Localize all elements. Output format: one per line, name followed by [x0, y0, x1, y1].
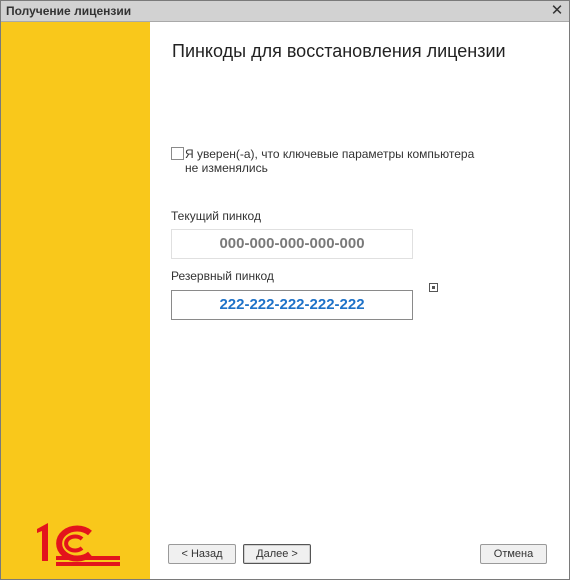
window-title: Получение лицензии — [6, 4, 132, 18]
cancel-button[interactable]: Отмена — [480, 544, 547, 564]
page-title: Пинкоды для восстановления лицензии — [172, 41, 506, 61]
sidebar-panel — [1, 22, 150, 579]
current-pin-label: Текущий пинкод — [171, 209, 261, 223]
back-button[interactable]: < Назад — [168, 544, 236, 564]
checkbox-label-line2: не изменялись — [185, 161, 268, 175]
confirm-checkbox-label[interactable]: Я уверен(-а), что ключевые параметры ком… — [185, 147, 475, 175]
reserve-pin-label: Резервный пинкод — [171, 269, 274, 283]
small-square-icon[interactable] — [429, 283, 438, 292]
confirm-checkbox[interactable] — [171, 147, 184, 160]
title-bar: Получение лицензии ✕ — [1, 1, 569, 22]
next-button[interactable]: Далее > — [243, 544, 311, 564]
license-dialog: Получение лицензии ✕ Пинкоды для восстан… — [0, 0, 570, 580]
close-icon[interactable]: ✕ — [549, 2, 565, 19]
current-pin-field: 000-000-000-000-000 — [171, 229, 413, 259]
checkbox-label-line1: Я уверен(-а), что ключевые параметры ком… — [185, 147, 475, 161]
reserve-pin-field[interactable]: 222-222-222-222-222 — [171, 290, 413, 320]
1c-logo — [37, 523, 120, 566]
